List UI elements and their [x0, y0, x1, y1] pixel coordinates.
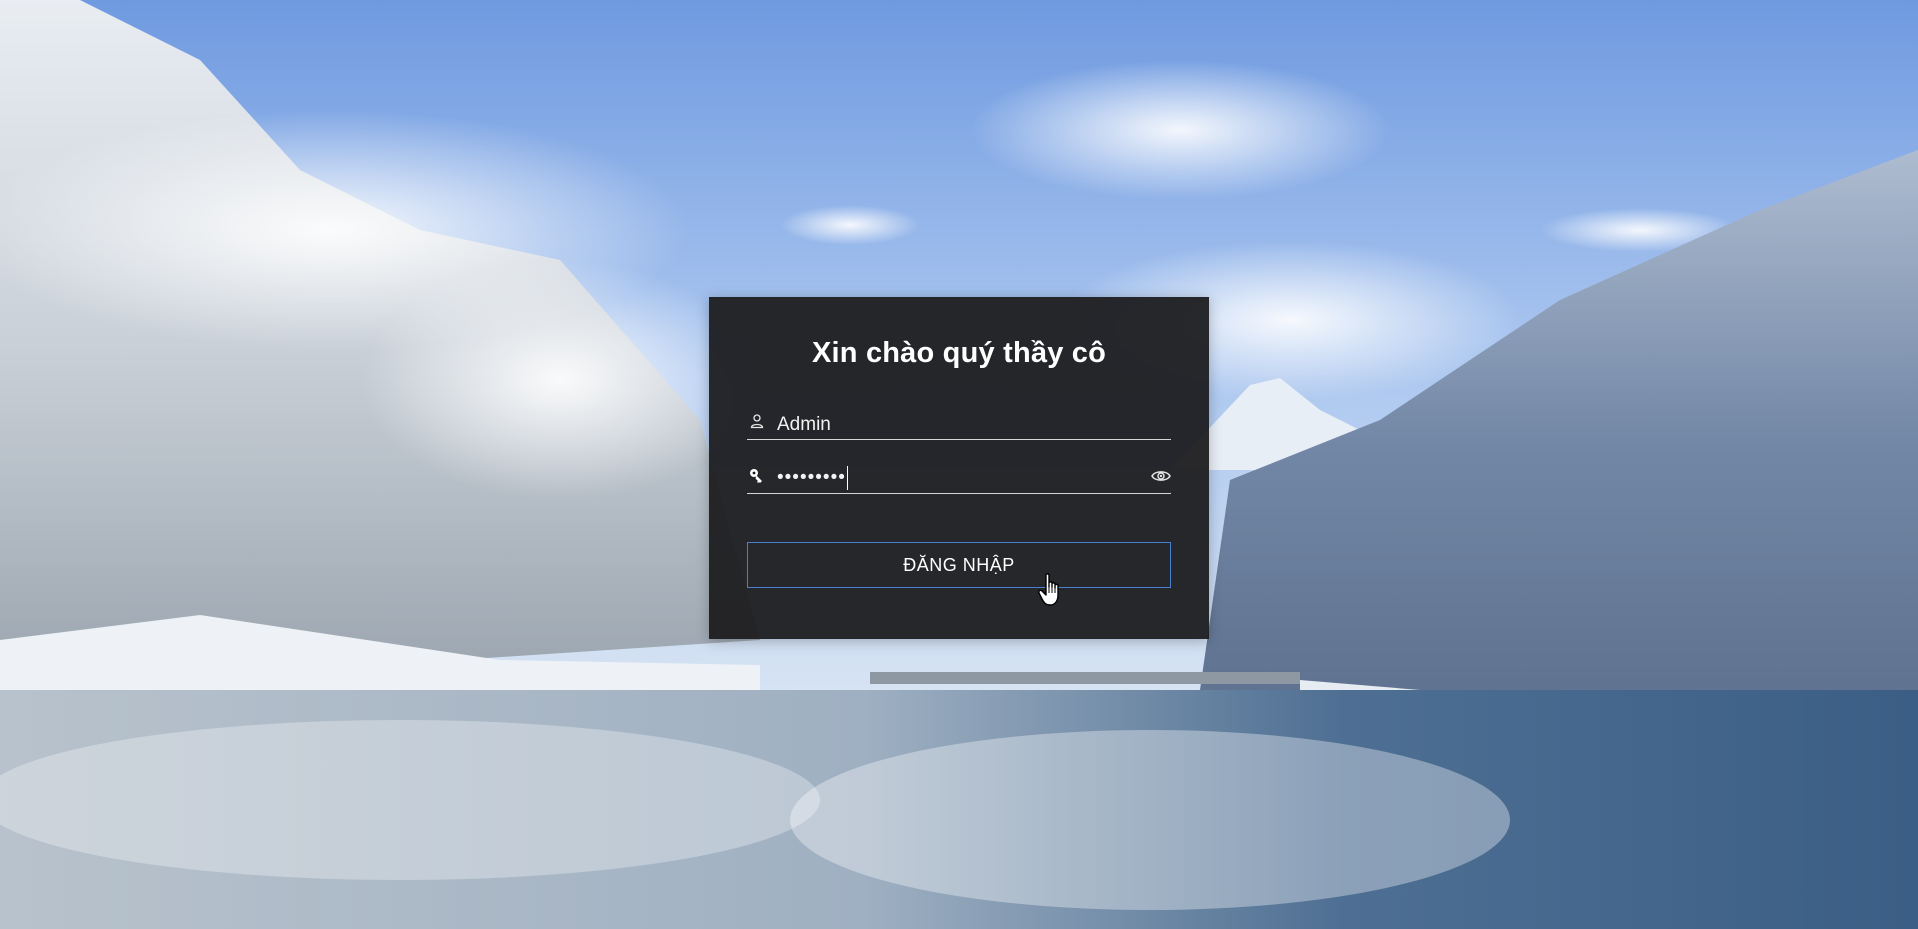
username-value[interactable]: Admin [777, 414, 831, 436]
login-button[interactable]: ĐĂNG NHẬP [747, 542, 1171, 588]
hand-cursor-icon [1038, 573, 1059, 606]
password-masked-text: ••••••••• [777, 467, 846, 489]
password-value[interactable]: ••••••••• [777, 466, 848, 490]
key-icon [750, 469, 762, 483]
eye-icon[interactable] [1151, 468, 1171, 484]
text-caret [846, 466, 848, 490]
login-card: Xin chào quý thầy cô Admin ••••••••• ĐĂN… [709, 297, 1209, 639]
password-field[interactable]: ••••••••• [747, 463, 1171, 494]
username-field[interactable]: Admin [747, 409, 1171, 440]
user-icon [750, 414, 764, 429]
login-page: Xin chào quý thầy cô Admin ••••••••• ĐĂN… [0, 0, 1918, 929]
login-title: Xin chào quý thầy cô [811, 337, 1107, 369]
